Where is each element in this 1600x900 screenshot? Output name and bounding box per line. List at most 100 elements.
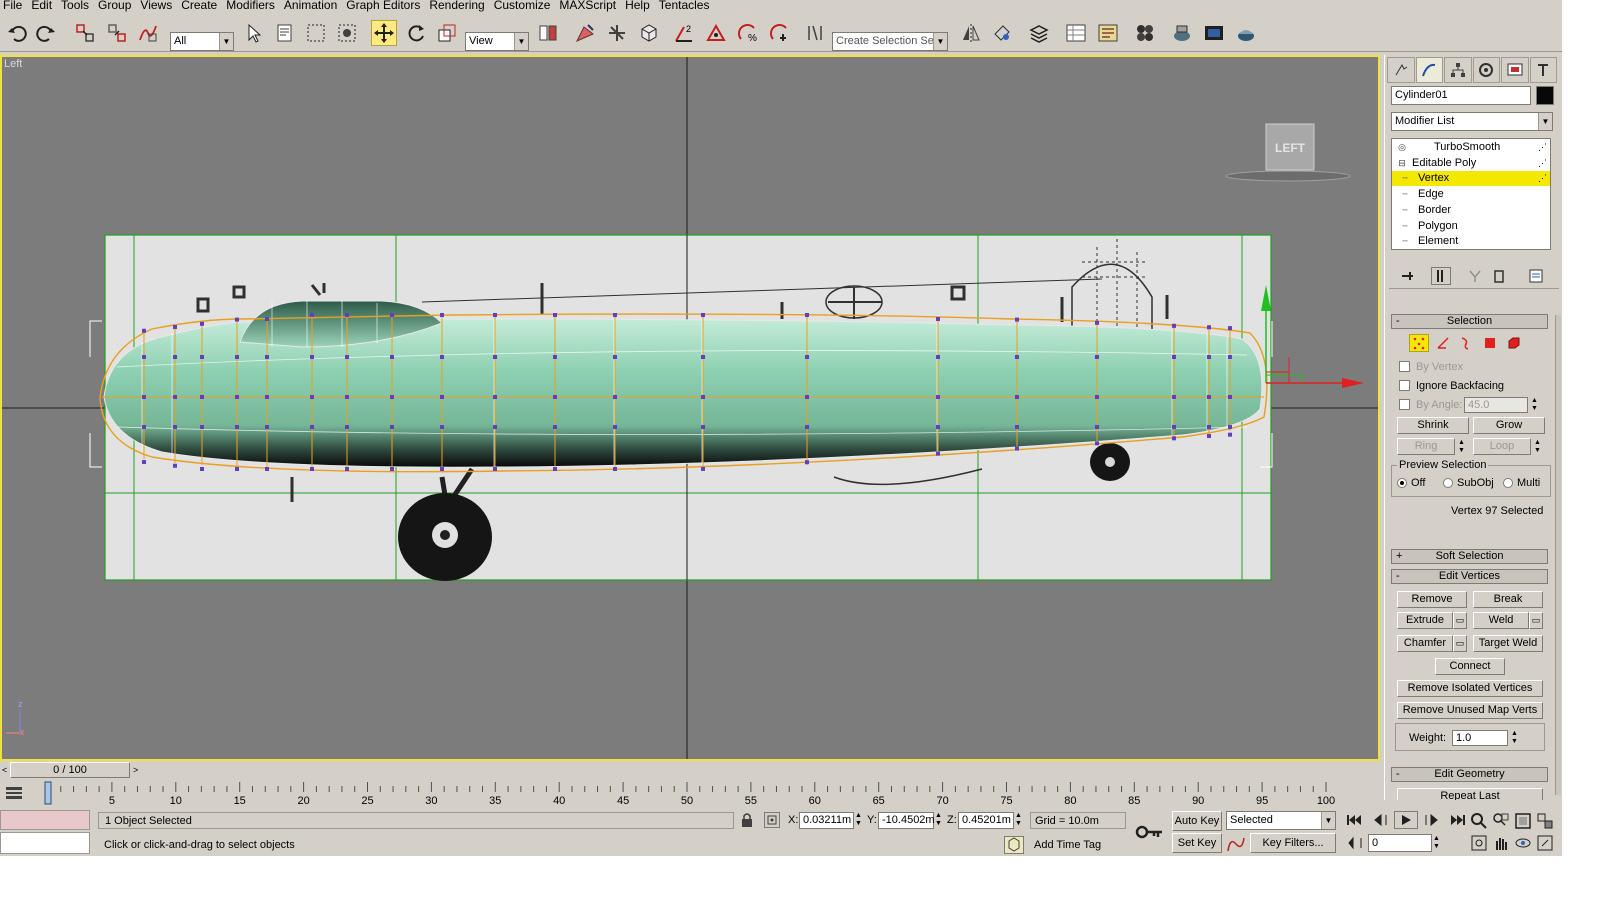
vertex[interactable] — [310, 425, 314, 429]
vertex[interactable] — [173, 395, 177, 399]
edit-geometry-rollout-header[interactable]: - Edit Geometry — [1391, 767, 1548, 782]
hierarchy-tab-icon[interactable] — [1444, 57, 1472, 83]
menu-tools[interactable]: Tools — [58, 0, 95, 11]
layer-manager-icon[interactable] — [1026, 20, 1052, 46]
menu-views[interactable]: Views — [137, 0, 178, 11]
menu-rendering[interactable]: Rendering — [426, 0, 490, 11]
reference-coordinate-dropdown[interactable]: View ▼ — [465, 32, 529, 51]
y-coordinate-field[interactable]: -10.4502m — [878, 812, 935, 829]
vertex[interactable] — [1095, 355, 1099, 359]
vertex[interactable] — [390, 313, 394, 317]
show-end-result-icon[interactable] — [1431, 267, 1451, 285]
modify-tab-icon[interactable] — [1415, 57, 1443, 83]
select-and-link-icon[interactable] — [72, 20, 98, 46]
repeat-last-button[interactable]: Repeat Last — [1397, 788, 1543, 800]
weight-spinner-arrows-icon[interactable]: ▲ ▼ — [1511, 730, 1518, 746]
vertex[interactable] — [805, 460, 809, 465]
bulb-icon[interactable]: ◎ — [1392, 140, 1412, 155]
snaps-toggle-icon[interactable] — [636, 20, 662, 46]
zoom-all-icon[interactable] — [1492, 812, 1510, 830]
vertex[interactable] — [701, 466, 705, 471]
menu-maxscript[interactable]: MAXScript — [556, 0, 622, 11]
remove-modifier-icon[interactable] — [1489, 267, 1509, 285]
viewport-scene[interactable]: LEFT z x — [2, 57, 1378, 759]
render-setup-icon[interactable] — [1169, 20, 1195, 46]
vertex[interactable] — [1095, 441, 1099, 446]
angle-snap-icon[interactable]: 2 — [671, 20, 697, 46]
vertex[interactable] — [1207, 425, 1211, 429]
vertex[interactable] — [235, 425, 239, 429]
vertex[interactable] — [493, 355, 497, 359]
select-and-scale-icon[interactable] — [434, 20, 460, 46]
percent-snap-icon[interactable] — [703, 20, 729, 46]
vertex[interactable] — [1228, 425, 1232, 429]
connect-button[interactable]: Connect — [1435, 658, 1505, 675]
vertex[interactable] — [200, 395, 204, 399]
vertex[interactable] — [701, 313, 705, 317]
vertex[interactable] — [1015, 355, 1019, 359]
vertex[interactable] — [701, 425, 705, 429]
vertex[interactable] — [1228, 432, 1232, 437]
vertex[interactable] — [936, 451, 940, 456]
key-filters-curve-icon[interactable] — [1226, 835, 1246, 853]
vertex[interactable] — [1172, 425, 1176, 429]
vertex[interactable] — [613, 313, 617, 317]
curve-editor-icon[interactable] — [1063, 20, 1089, 46]
vertex[interactable] — [1095, 320, 1099, 325]
stack-item-editable-poly[interactable]: ⊟ Editable Poly ⋰ — [1392, 156, 1550, 171]
render-production-icon[interactable] — [1233, 20, 1259, 46]
vertex[interactable] — [310, 313, 314, 317]
motion-tab-icon[interactable] — [1472, 57, 1500, 83]
vertex[interactable] — [1207, 355, 1211, 359]
left-viewport[interactable]: Left LEFT z x — [0, 55, 1380, 761]
loop-button[interactable]: Loop — [1473, 438, 1531, 455]
preview-multi-radio[interactable] — [1503, 478, 1513, 488]
vertex[interactable] — [235, 317, 239, 322]
x-spinner-icon[interactable]: ▲ ▼ — [855, 812, 862, 828]
vertex[interactable] — [200, 467, 204, 471]
vertex[interactable] — [701, 355, 705, 359]
spinner-snap-icon[interactable]: % — [735, 20, 761, 46]
time-slider-next-icon[interactable]: > — [133, 763, 141, 777]
stack-item-vertex[interactable]: ┄ Vertex ⋰ — [1392, 171, 1550, 187]
vertex[interactable] — [390, 425, 394, 429]
weld-settings-icon[interactable]: ▭ — [1529, 612, 1543, 629]
vertex[interactable] — [390, 395, 394, 399]
panel-scrollbar[interactable] — [1555, 315, 1561, 795]
y-spinner-icon[interactable]: ▲ ▼ — [935, 812, 942, 828]
select-by-name-icon[interactable] — [272, 20, 298, 46]
vertex[interactable] — [805, 313, 809, 317]
current-frame-marker[interactable] — [44, 781, 52, 805]
preview-subobj-radio[interactable] — [1443, 478, 1453, 488]
vertex[interactable] — [345, 313, 349, 317]
vertex[interactable] — [553, 313, 557, 317]
menu-help[interactable]: Help — [622, 0, 656, 11]
ring-button[interactable]: Ring — [1397, 438, 1455, 455]
auto-key-button[interactable]: Auto Key — [1172, 811, 1222, 831]
vertex[interactable] — [440, 467, 444, 471]
vertex[interactable] — [235, 395, 239, 399]
menu-customize[interactable]: Customize — [491, 0, 557, 11]
menu-graph-editors[interactable]: Graph Editors — [343, 0, 426, 11]
vertex[interactable] — [553, 355, 557, 359]
spinner-snap-toggle-icon[interactable] — [767, 20, 793, 46]
ignore-backfacing-checkbox[interactable] — [1399, 380, 1410, 391]
vertex[interactable] — [142, 328, 146, 333]
break-button[interactable]: Break — [1473, 591, 1543, 608]
vertex[interactable] — [1228, 326, 1232, 331]
vertex[interactable] — [235, 467, 239, 471]
maxscript-listener-mini[interactable] — [0, 810, 90, 830]
display-tab-icon[interactable] — [1501, 57, 1529, 83]
edge-subobject-icon[interactable] — [1433, 334, 1453, 352]
zoom-extents-icon[interactable] — [1514, 812, 1532, 830]
vertex[interactable] — [493, 425, 497, 429]
vertex[interactable] — [235, 355, 239, 359]
selection-filter-dropdown[interactable]: All ▼ — [170, 32, 234, 51]
polygon-subobject-icon[interactable] — [1480, 334, 1500, 352]
selection-rollout-header[interactable]: - Selection — [1391, 314, 1548, 329]
modifier-list-dropdown[interactable]: Modifier List ▼ — [1391, 112, 1553, 131]
vertex[interactable] — [936, 355, 940, 359]
pivot-center-icon[interactable] — [535, 20, 561, 46]
vertex[interactable] — [1228, 355, 1232, 359]
vertex[interactable] — [553, 395, 557, 399]
